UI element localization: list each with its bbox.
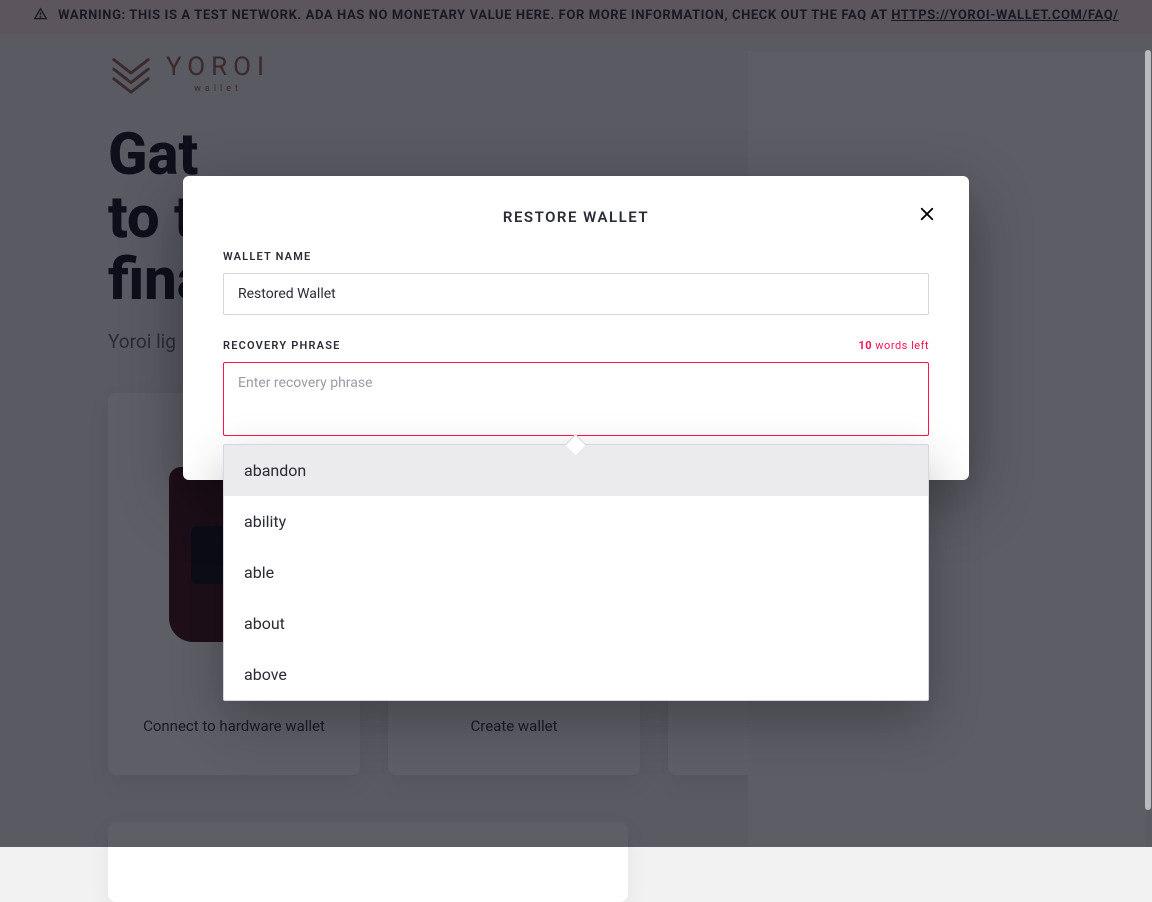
wallet-name-label: WALLET NAME bbox=[223, 250, 929, 263]
modal-title: RESTORE WALLET bbox=[223, 208, 929, 226]
recovery-phrase-label: RECOVERY PHRASE bbox=[223, 339, 341, 352]
modal-backdrop[interactable]: RESTORE WALLET WALLET NAME RECOVERY PHRA… bbox=[0, 0, 1152, 847]
restore-wallet-modal: RESTORE WALLET WALLET NAME RECOVERY PHRA… bbox=[183, 176, 969, 480]
recovery-phrase-input[interactable] bbox=[223, 362, 929, 436]
autocomplete-option[interactable]: about bbox=[224, 598, 928, 649]
autocomplete-option[interactable]: able bbox=[224, 547, 928, 598]
scrollbar-thumb[interactable] bbox=[1145, 50, 1151, 810]
words-left-count: 10 bbox=[858, 339, 872, 352]
phrase-autocomplete-dropdown: abandon ability able about above bbox=[223, 444, 929, 701]
wallet-name-input[interactable] bbox=[223, 273, 929, 315]
autocomplete-option[interactable]: abandon bbox=[224, 445, 928, 496]
autocomplete-option[interactable]: above bbox=[224, 649, 928, 700]
autocomplete-option[interactable]: ability bbox=[224, 496, 928, 547]
page-scrollbar[interactable] bbox=[1145, 0, 1152, 847]
close-icon[interactable] bbox=[913, 200, 941, 228]
words-left-suffix: words left bbox=[872, 339, 929, 352]
words-left-indicator: 10 words left bbox=[858, 339, 929, 352]
